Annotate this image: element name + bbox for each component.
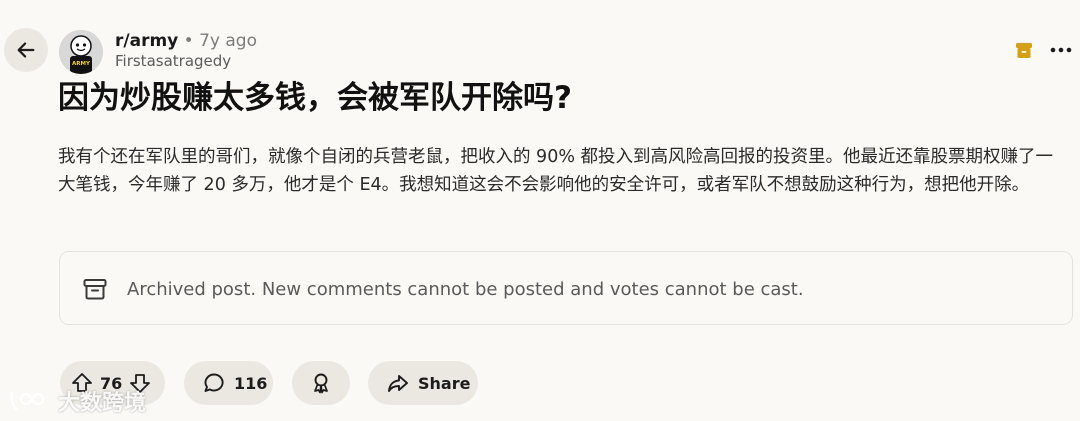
- post-body: 我有个还在军队里的哥们，就像个自闭的兵营老鼠，把收入的 90% 都投入到高风险高…: [58, 147, 1054, 195]
- share-button[interactable]: Share: [368, 361, 478, 405]
- watermark: 大数跨境: [8, 385, 146, 417]
- subreddit-avatar[interactable]: ARMY: [59, 30, 103, 74]
- meta-separator: •: [183, 31, 194, 51]
- more-horizontal-icon: [1050, 47, 1072, 53]
- comments-count: 116: [234, 373, 268, 393]
- more-options-button[interactable]: [1046, 38, 1076, 62]
- share-arrow-icon: [388, 375, 408, 392]
- watermark-logo-icon: [10, 391, 45, 411]
- award-ribbon-icon: [314, 373, 328, 394]
- avatar-illustration: ARMY: [59, 30, 103, 74]
- archived-notice: Archived post. New comments cannot be po…: [59, 251, 1073, 325]
- post-age: 7y ago: [199, 31, 257, 51]
- subreddit-link[interactable]: r/army: [115, 31, 178, 51]
- arrow-left-icon: [17, 42, 35, 58]
- post-title: 因为炒股赚太多钱，会被军队开除吗?: [58, 80, 572, 116]
- avatar-army-text: ARMY: [72, 61, 91, 67]
- share-label: Share: [418, 373, 471, 393]
- speech-bubble-icon: [204, 373, 224, 392]
- back-button[interactable]: [4, 28, 48, 72]
- watermark-text: 大数跨境: [58, 391, 147, 416]
- subreddit-meta: r/army • 7y ago: [115, 31, 257, 51]
- archive-box-icon: [1016, 43, 1032, 58]
- archived-message: Archived post. New comments cannot be po…: [127, 279, 804, 300]
- author-link[interactable]: Firstasatragedy: [115, 52, 231, 70]
- comments-button[interactable]: 116: [184, 361, 273, 405]
- archive-box-icon: [83, 279, 107, 300]
- archived-badge: [1014, 40, 1034, 60]
- award-button[interactable]: [292, 361, 350, 405]
